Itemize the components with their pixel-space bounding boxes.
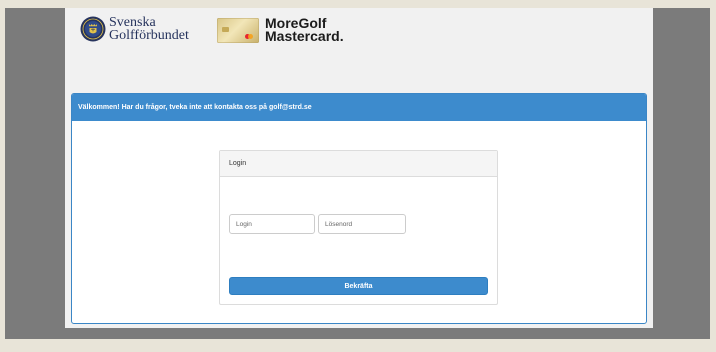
mastercard-yellow-circle-icon — [248, 33, 253, 39]
moregolf-logo-text: MoreGolf Mastercard. — [265, 16, 344, 44]
login-box: Login Bekräfta — [219, 150, 498, 305]
sgf-logo-text: Svenska Golfförbundet — [109, 16, 189, 43]
confirm-button[interactable]: Bekräfta — [229, 277, 488, 295]
welcome-message: Välkommen! Har du frågor, tveka inte att… — [72, 94, 646, 121]
credit-card-icon — [217, 17, 259, 43]
card-chip-icon — [222, 26, 229, 32]
screen: Svenska Golfförbundet MoreGolf Mastercar… — [0, 0, 716, 352]
svenska-golfforbundet-logo[interactable]: Svenska Golfförbundet — [80, 16, 189, 43]
moregolf-logo-line2: Mastercard. — [265, 28, 344, 44]
page-header: Svenska Golfförbundet MoreGolf Mastercar… — [65, 8, 653, 92]
login-input[interactable] — [229, 214, 315, 234]
sgf-logo-line2: Golfförbundet — [109, 28, 189, 43]
sgf-crest-icon — [80, 16, 106, 42]
page-viewport: Svenska Golfförbundet MoreGolf Mastercar… — [65, 8, 653, 328]
screenshot-frame: Svenska Golfförbundet MoreGolf Mastercar… — [5, 8, 710, 339]
password-input[interactable] — [318, 214, 406, 234]
welcome-panel: Välkommen! Har du frågor, tveka inte att… — [71, 93, 647, 324]
login-title: Login — [220, 151, 497, 177]
moregolf-mastercard-logo[interactable]: MoreGolf Mastercard. — [217, 16, 344, 44]
